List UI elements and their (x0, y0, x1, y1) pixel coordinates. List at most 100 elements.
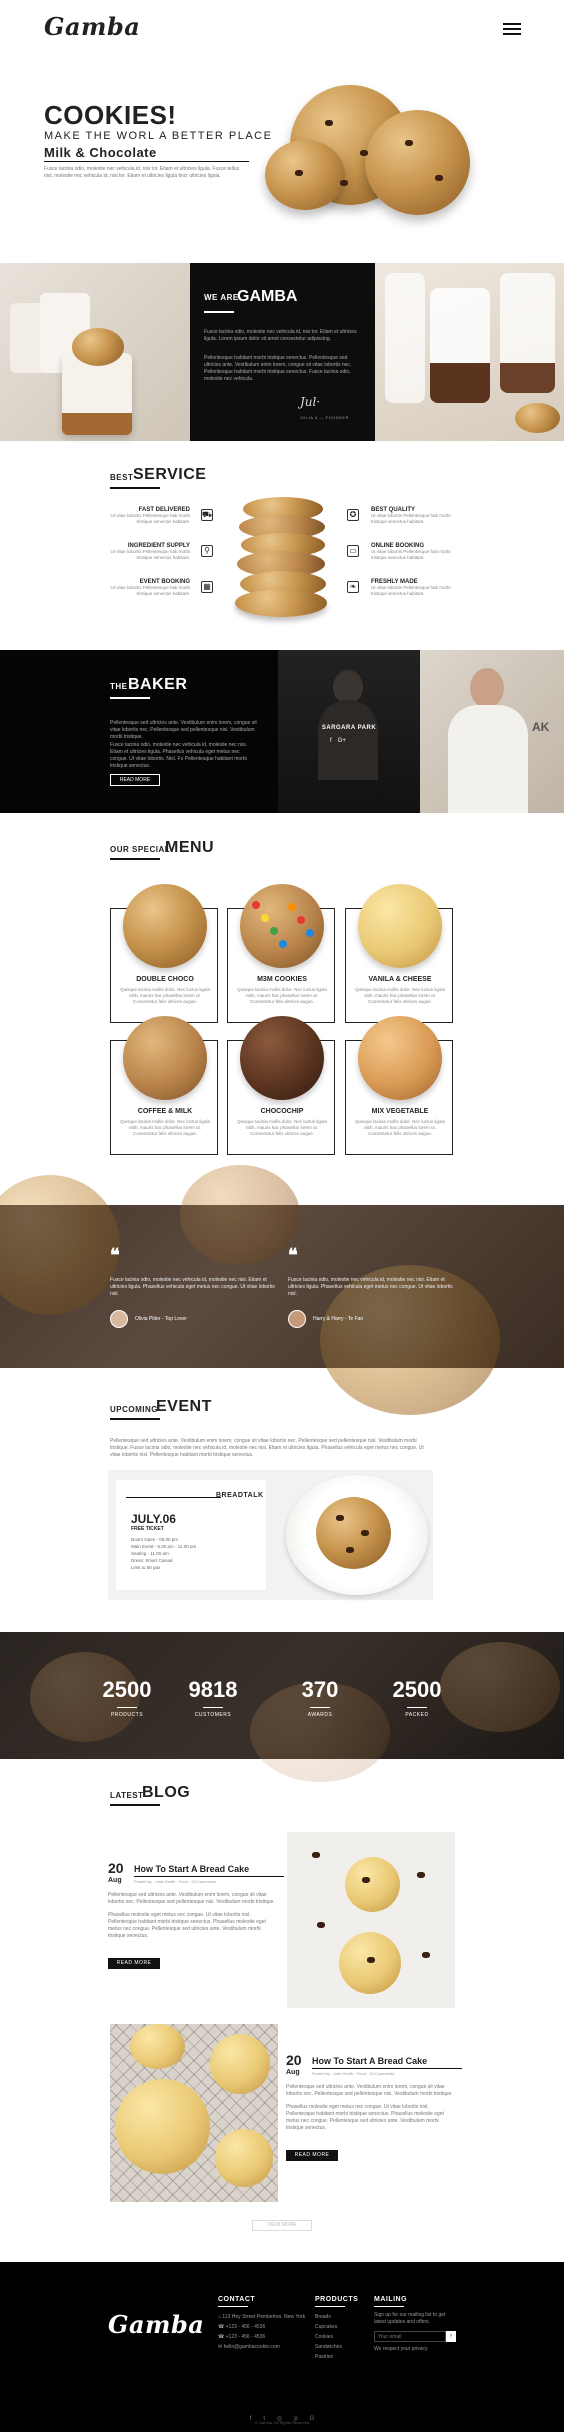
menu-item-card[interactable]: CHOCOCHIP Quisque lacinia mollis dolor. N… (227, 1016, 335, 1155)
about-text-1: Fusce lacinia odio, molestie nec vehicul… (204, 329, 357, 342)
baker-text-1: Pellentesque sed ultricies ante. Vestibu… (110, 720, 257, 740)
footer-mailing-title: MAILING (374, 2296, 408, 2303)
baker-read-more-button[interactable]: READ MORE (110, 774, 160, 786)
post-meta: Posted by - Jake Smith · Food · 24 Comme… (134, 1879, 217, 1884)
post-read-more-button[interactable]: READ MORE (108, 1958, 160, 1969)
menu-item-name: MIX VEGETABLE (371, 1108, 429, 1115)
about-panel: WE ARE GAMBA Fusce lacinia odio, molesti… (190, 263, 375, 441)
send-icon[interactable]: › (446, 2331, 456, 2342)
footer-contact-item[interactable]: ☎ +123 - 456 - 4536 (218, 2332, 305, 2342)
event-intro: Pellentesque sed ultricies ante. Vestibu… (110, 1438, 424, 1458)
footer-logo[interactable]: Gamba (108, 2310, 204, 2339)
chef-photo-1: SARGARA PARK f G+ (278, 650, 420, 813)
hero-cookies-image (265, 80, 475, 220)
page: Gamba COOKIES! MAKE THE WORL A BETTER PL… (0, 0, 564, 2432)
menu-item-card[interactable]: MIX VEGETABLE Quisque lacinia mollis dolo… (345, 1016, 453, 1155)
stat-underline (203, 1707, 223, 1708)
service-left-1: FAST DELIVERED Ut vitae lobortis Pellent… (95, 507, 220, 525)
baker-text-2: Fusce lacinia odio, molestie nec vehicul… (110, 742, 248, 769)
event-ticket: FREE TICKET (131, 1526, 164, 1532)
footer-products-title: PRODUCTS (315, 2296, 359, 2303)
menu-item-image (358, 1016, 442, 1100)
cart-icon: ⛟ (201, 509, 213, 521)
service-title: SERVICE (133, 466, 207, 483)
stat-label: PRODUCTS (110, 1712, 144, 1718)
hamburger-icon[interactable] (503, 20, 521, 38)
service-text: Ut vitae lobortis Pellentesque hab morbi… (371, 513, 451, 524)
signature-name: JULIA & — FOUNDER (300, 415, 349, 420)
dessert-jars-image (375, 263, 564, 441)
service-text: Ut vitae lobortis Pellentesque hab morbi… (110, 585, 190, 596)
chef-name: SARGARA PARK (321, 725, 377, 731)
quote-icon: ❝ (110, 1245, 120, 1266)
baker-section: THE BAKER Pellentesque sed ultricies ant… (0, 650, 564, 813)
event-details: Doors Open - 05.00 pm Main Event - 6.00 p… (131, 1536, 196, 1571)
footer-product-link[interactable]: Cupcakes (315, 2322, 342, 2332)
menu-item-text: Quisque lacinia mollis dolor. Nec luctus… (237, 987, 327, 1004)
footer-contact-title: CONTACT (218, 2296, 256, 2303)
footer-contact-item[interactable]: ✉ hello@gambacookie.com (218, 2342, 305, 2352)
google-plus-icon[interactable]: G+ (338, 738, 346, 744)
leaf-icon: ❧ (347, 581, 359, 593)
event-detail-line: Limit to 50 pax (131, 1565, 161, 1570)
post-text-1: Pellentesque sed ultricies ante. Vestibu… (286, 2084, 453, 2097)
event-small-title: UPCOMING (110, 1405, 158, 1414)
menu-item-name: CHOCOCHIP (260, 1108, 304, 1115)
footer-contact-text: +123 - 456 - 4536 (225, 2334, 266, 2340)
about-brand: GAMBA (237, 288, 298, 305)
menu-item-name: COFFEE & MILK (137, 1108, 193, 1115)
view-more-button[interactable]: VIEW MORE (252, 2220, 312, 2231)
post-read-more-button[interactable]: READ MORE (286, 2150, 338, 2161)
menu-item-name: M3M COOKIES (257, 976, 307, 983)
blog-small-title: LATEST (110, 1791, 144, 1800)
footer-contact-item[interactable]: ☎ +123 - 456 - 4536 (218, 2322, 305, 2332)
footer-contact-list: ⌂ 113 Hey Street Pemberton, New York ☎ +1… (218, 2312, 305, 2352)
footer-product-link[interactable]: Breads (315, 2312, 342, 2322)
about-underline (204, 311, 234, 313)
post-title[interactable]: How To Start A Bread Cake (312, 2056, 462, 2066)
hero-title: COOKIES! (44, 100, 177, 130)
post-day: 20 (286, 2052, 302, 2068)
chef-social-icons: f G+ (330, 738, 346, 744)
avatar (110, 1310, 128, 1328)
stat-number: 370 (301, 1677, 339, 1702)
stat-number: 2500 (392, 1677, 442, 1702)
baker-title: BAKER (128, 676, 188, 693)
post-text-1: Pellentesque sed ultricies ante. Vestibu… (108, 1892, 275, 1905)
footer-copyright: © Gamba. All Rights Reserved (254, 2420, 310, 2425)
calendar-icon: ▦ (201, 581, 213, 593)
menu-item-card[interactable]: DOUBLE CHOCO Quisque lacinia mollis dolor… (110, 884, 218, 1023)
footer-product-link[interactable]: Pastries (315, 2352, 342, 2362)
menu-item-image (123, 884, 207, 968)
menu-item-card[interactable]: VANILA & CHEESE Quisque lacinia mollis do… (345, 884, 453, 1023)
menu-item-card[interactable]: COFFEE & MILK Quisque lacinia mollis dolo… (110, 1016, 218, 1155)
menu-item-image (240, 1016, 324, 1100)
menu-item-card[interactable]: M3M COOKIES Quisque lacinia mollis dolor.… (227, 884, 335, 1023)
stat-label: CUSTOMERS (194, 1712, 232, 1718)
footer-products-list: Breads Cupcakes Cookies Sandwiches Pastries (315, 2312, 342, 2362)
signature-image: Jul· (300, 395, 321, 409)
post-month: Aug (286, 2069, 300, 2076)
footer-product-link[interactable]: Sandwiches (315, 2342, 342, 2352)
blog-underline (110, 1804, 160, 1806)
menu-item-image (358, 884, 442, 968)
newsletter-email-input[interactable] (374, 2331, 446, 2342)
event-label: BREADTALK (216, 1492, 264, 1499)
post-title[interactable]: How To Start A Bread Cake (134, 1864, 284, 1874)
footer-product-link[interactable]: Cookies (315, 2332, 342, 2342)
event-title: EVENT (156, 1398, 212, 1415)
service-right-3: ❧ FRESHLY MADE Ut vitae lobortis Pellent… (347, 579, 472, 597)
event-detail-line: Doors Open - 05.00 pm (131, 1537, 179, 1542)
facebook-icon[interactable]: f (330, 738, 332, 744)
baker-small-title: THE (110, 682, 128, 691)
testimonial-name-1: Olivia Pitter - Top Lover (135, 1316, 187, 1322)
service-underline (110, 487, 160, 489)
testimonial-text-1: Fusce lacinia odio, molestie nec vehicul… (110, 1277, 275, 1297)
brand-logo[interactable]: Gamba (44, 12, 140, 41)
footer-contact-item[interactable]: ⌂ 113 Hey Street Pemberton, New York (218, 2312, 305, 2322)
event-plate-image (286, 1475, 428, 1595)
menu-item-image (123, 1016, 207, 1100)
hero-divider (44, 161, 249, 162)
post-text-2: Phasellus molestie eget metus nec congue… (108, 1912, 266, 1939)
menu-item-text: Quisque lacinia mollis dolor. Nec luctus… (355, 987, 445, 1004)
